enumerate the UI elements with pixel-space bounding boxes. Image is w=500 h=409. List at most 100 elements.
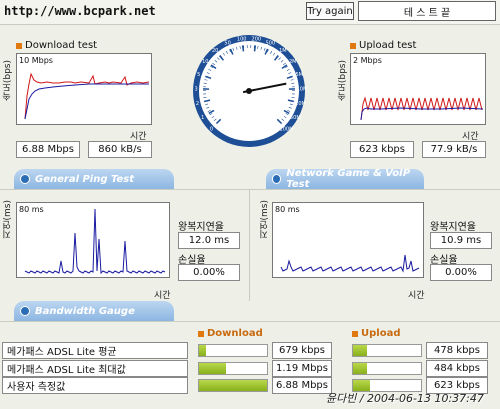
upload-bar-fill — [353, 363, 367, 374]
speedometer-tick-label: 5M — [296, 72, 304, 78]
timestamp: 윤다빈 / 2004-06-13 10:37:47 — [326, 392, 484, 405]
speedometer-tick-label: 1 — [201, 115, 204, 121]
gauge-upload-header-text: Upload — [361, 328, 401, 339]
upload-speed-bps: 623 kbps — [350, 141, 414, 158]
gauge-row-label: 사용자 측정값 — [2, 377, 188, 394]
gauge-upload-header: Upload — [352, 328, 400, 339]
tab-general-ping-label: General Ping Test — [35, 173, 135, 185]
download-red-line — [24, 72, 150, 120]
gauge-row-label: 메가패스 ADSL Lite 평균 — [2, 342, 188, 359]
divider — [0, 321, 500, 322]
status-display: 테 스 트 끝 — [358, 1, 496, 21]
bullet-icon — [350, 42, 356, 49]
speedometer-tick-label: 2 — [196, 101, 199, 107]
gauge-download-header-text: Download — [207, 328, 263, 339]
speedtest-window: http://www.bcpark.net Try again 테 스 트 끝 … — [0, 0, 500, 409]
download-graph: 10 Mbps — [16, 53, 152, 125]
upload-axis-label: 속도(bps) — [338, 60, 348, 102]
bullet-icon — [16, 42, 22, 49]
divider — [0, 24, 500, 25]
download-bar-value: 6.88 Mbps — [272, 377, 332, 394]
globe-icon — [272, 174, 282, 184]
download-bar-fill — [199, 345, 206, 356]
ping-rtt-label: 왕복지연율 — [178, 222, 224, 233]
ping-graph-svg: 80 ms — [19, 205, 166, 275]
download-scale: 10 Mbps — [19, 56, 53, 65]
try-again-button[interactable]: Try again — [306, 2, 354, 20]
download-blue-line — [24, 83, 149, 120]
speedometer-tick-label: 50 — [224, 41, 230, 47]
download-graph-svg: 10 Mbps — [19, 56, 150, 120]
game-graph-svg: 80 ms — [275, 205, 420, 273]
upload-bar-value: 478 kbps — [426, 342, 488, 359]
divider — [249, 189, 250, 301]
ping-rtt-value: 12.0 ms — [178, 232, 240, 249]
speedometer-tick-label: 20 — [212, 48, 218, 54]
speedometer-tick-label: 5 — [197, 72, 200, 78]
speedometer-tick-label: 1M — [279, 48, 287, 54]
bullet-icon — [198, 330, 204, 337]
download-bar — [198, 344, 268, 357]
download-speed-bps: 6.88 Mbps — [16, 141, 80, 158]
tab-bandwidth-gauge[interactable]: Bandwidth Gauge — [14, 301, 174, 321]
speedometer-tick-label: 200 — [252, 37, 262, 43]
game-rtt-value: 10.9 ms — [430, 232, 492, 249]
upload-graph-svg: 2 Mbps — [353, 56, 484, 121]
download-bar-fill — [199, 363, 227, 374]
upload-graph: 2 Mbps — [350, 53, 486, 125]
bullet-icon — [352, 330, 358, 337]
ping-graph: 80 ms — [16, 202, 170, 278]
game-rtt-label: 왕복지연율 — [430, 222, 476, 233]
upload-scale: 2 Mbps — [353, 56, 382, 65]
upload-bar — [352, 362, 422, 375]
game-loss-value: 0.00% — [430, 264, 492, 281]
gauge-download-header: Download — [198, 328, 263, 339]
speedometer-tick-label: 50M — [290, 115, 301, 121]
game-line — [280, 254, 420, 273]
speedometer-hub — [246, 88, 252, 94]
speedometer: 0 1 2 3 5 10 20 50 100 200 500 1M 2M 5M 10M 20M 50M 100M — [190, 28, 308, 156]
speedometer-tick-label: 10M — [297, 87, 308, 93]
download-bar-fill — [199, 380, 267, 391]
upload-title-text: Upload test — [359, 40, 417, 51]
site-logo: http://www.bcpark.net — [4, 4, 156, 18]
download-bar-value: 1.19 Mbps — [272, 360, 332, 377]
ping-line — [24, 208, 166, 275]
header-bar: http://www.bcpark.net Try again 테 스 트 끝 — [0, 0, 500, 24]
download-bar-value: 679 kbps — [272, 342, 332, 359]
speedometer-tick-label: 3 — [194, 87, 197, 93]
upload-title: Upload test — [350, 40, 416, 51]
globe-icon — [20, 174, 30, 184]
divider — [0, 189, 500, 190]
download-title: Download test — [16, 40, 97, 51]
tab-game-voip[interactable]: Network Game & VoIP Test — [266, 168, 424, 190]
ping-scale: 80 ms — [19, 205, 44, 214]
download-bar — [198, 362, 268, 375]
speedometer-tick-label: 10 — [202, 59, 208, 65]
ping-x-label: 시간 — [154, 291, 171, 301]
gauge-row-label: 메가패스 ADSL Lite 최대값 — [2, 360, 188, 377]
download-title-text: Download test — [25, 40, 98, 51]
download-speed-Bps: 860 kB/s — [88, 141, 152, 158]
upload-bar-value: 484 kbps — [426, 360, 488, 377]
ping-axis-label: 지연(ms) — [3, 200, 13, 239]
speedometer-tick-label: 100M — [280, 126, 294, 132]
speedometer-tick-label: 500 — [266, 41, 276, 47]
game-x-label: 시간 — [408, 291, 425, 301]
ping-loss-value: 0.00% — [178, 264, 240, 281]
speedometer-tick-label: 100 — [237, 37, 247, 43]
tab-bandwidth-gauge-label: Bandwidth Gauge — [35, 305, 135, 317]
game-graph: 80 ms — [272, 202, 424, 278]
game-scale: 80 ms — [275, 205, 300, 214]
speedometer-tick-label: 0 — [210, 126, 213, 132]
upload-bar-fill — [353, 345, 367, 356]
download-axis-label: 속도(bps) — [3, 60, 13, 102]
globe-icon — [20, 306, 30, 316]
tab-general-ping[interactable]: General Ping Test — [14, 169, 174, 189]
tab-game-voip-label: Network Game & VoIP Test — [286, 168, 411, 190]
speedometer-svg: 01 2 3 5 10 20 50 100 200 5001M2M 5M 10M 20M 50M 100M — [193, 35, 308, 147]
upload-speed-Bps: 77.9 kB/s — [422, 141, 486, 158]
upload-bar — [352, 344, 422, 357]
speedometer-tick-label: 20M — [295, 101, 306, 107]
game-axis-label: 지연(ms) — [260, 200, 270, 239]
